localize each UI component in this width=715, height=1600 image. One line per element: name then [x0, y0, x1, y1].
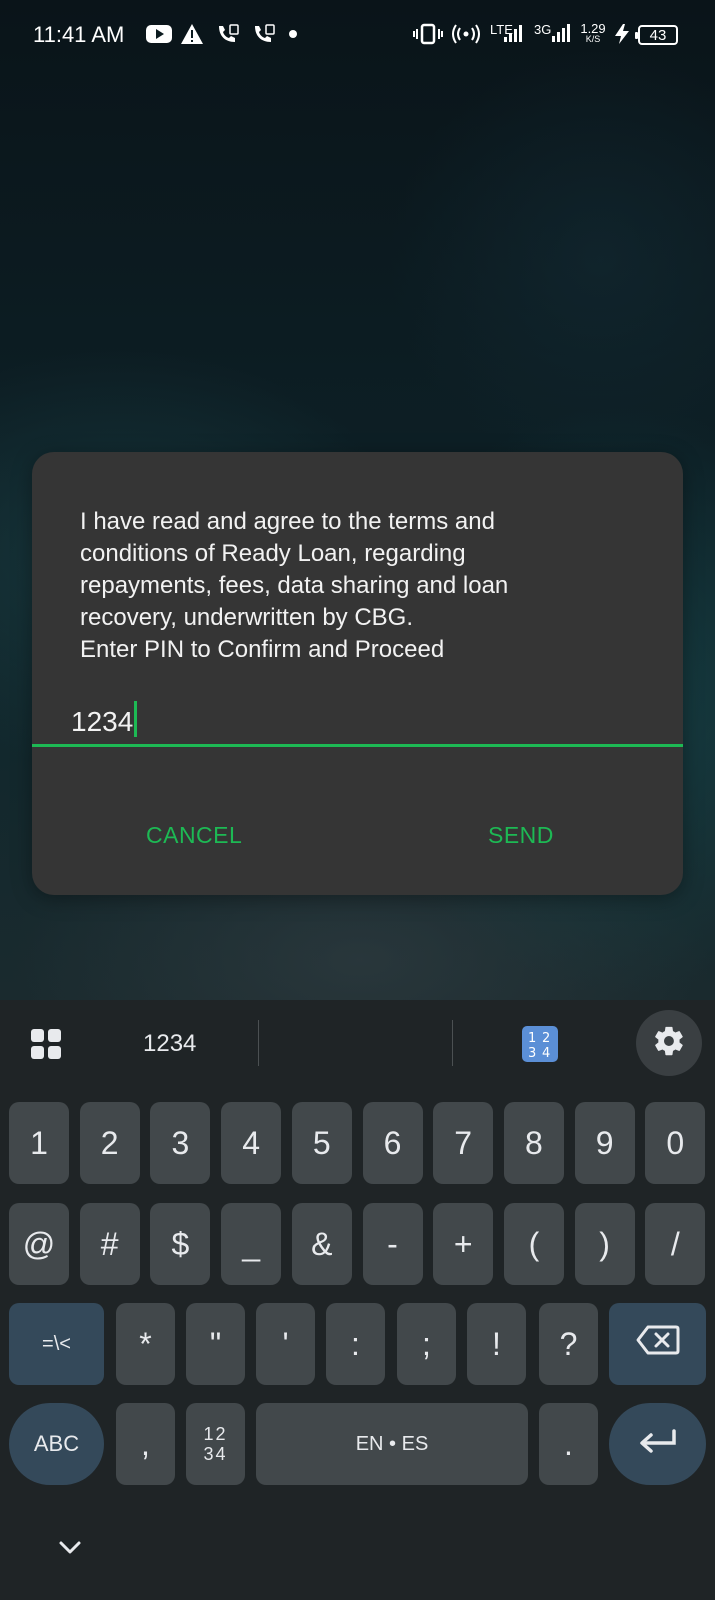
lte-signal-icon: LTE: [490, 22, 526, 46]
key-row3-2[interactable]: ": [186, 1303, 245, 1385]
enter-icon: [638, 1426, 678, 1463]
svg-text:2: 2: [542, 1031, 550, 1046]
number-emoji-icon[interactable]: 1234: [522, 1026, 558, 1067]
clock: 11:41 AM: [33, 22, 125, 47]
key-row1-0[interactable]: 1: [9, 1102, 69, 1184]
network-speed-value: 1.29: [580, 21, 606, 36]
youtube-icon: [146, 22, 172, 46]
key-row1-7[interactable]: 8: [503, 1102, 564, 1184]
pin-input[interactable]: 1234: [71, 701, 138, 738]
battery-indicator: 43: [635, 25, 678, 45]
call-icon: [252, 22, 276, 46]
network-speed-unit: K/S: [585, 34, 601, 44]
dialog-message: I have read and agree to the terms and c…: [80, 508, 509, 663]
svg-text:1: 1: [528, 1031, 536, 1046]
hide-keyboard-chevron-down-icon[interactable]: [58, 1540, 82, 1561]
suggestion-chip[interactable]: 1234: [143, 1030, 196, 1058]
numpad-label-bottom: 34: [203, 1444, 228, 1464]
svg-text:4: 4: [542, 1046, 550, 1061]
svg-text:3: 3: [528, 1046, 536, 1061]
suggestion-divider: [452, 1020, 453, 1066]
key-row1-2[interactable]: 3: [150, 1102, 211, 1184]
abc-key[interactable]: ABC: [9, 1403, 104, 1485]
3g-signal-icon: 3G: [534, 22, 574, 46]
key-row3-3[interactable]: ': [256, 1303, 315, 1385]
comma-key[interactable]: ,: [116, 1403, 175, 1485]
send-button[interactable]: SEND: [488, 822, 554, 849]
numpad-key[interactable]: 12 34: [186, 1403, 245, 1485]
key-row1-5[interactable]: 6: [362, 1102, 423, 1184]
key-row1-6[interactable]: 7: [433, 1102, 494, 1184]
period-key[interactable]: .: [539, 1403, 598, 1485]
input-underline: [32, 744, 683, 747]
status-bar: 11:41 AM LTE 3G 1.29 K/S 43: [0, 0, 715, 72]
notification-dot-icon: [288, 22, 298, 46]
key-row2-6[interactable]: +: [433, 1203, 494, 1285]
backspace-key[interactable]: [609, 1303, 706, 1385]
keyboard: [0, 1000, 715, 1600]
key-row1-9[interactable]: 0: [645, 1102, 706, 1184]
hotspot-icon: [450, 22, 482, 46]
numpad-label-top: 12: [203, 1424, 228, 1444]
space-key[interactable]: EN • ES: [256, 1403, 528, 1485]
key-row2-4[interactable]: &: [291, 1203, 352, 1285]
key-row3-1[interactable]: *: [116, 1303, 175, 1385]
pin-value: 1234: [71, 706, 134, 737]
wifi-call-icon: [216, 22, 240, 46]
key-row1-1[interactable]: 2: [79, 1102, 140, 1184]
key-row2-7[interactable]: (: [503, 1203, 564, 1285]
suggestion-divider: [258, 1020, 259, 1066]
key-row3-5[interactable]: ;: [397, 1303, 456, 1385]
key-row2-2[interactable]: $: [150, 1203, 211, 1285]
enter-key[interactable]: [609, 1403, 706, 1485]
backspace-icon: [636, 1325, 680, 1363]
text-cursor: [134, 701, 138, 737]
key-row2-1[interactable]: #: [79, 1203, 140, 1285]
key-row3-7[interactable]: ?: [539, 1303, 598, 1385]
symbols-page-key[interactable]: =\<: [9, 1303, 104, 1385]
key-row1-8[interactable]: 9: [574, 1102, 635, 1184]
gear-icon: [652, 1024, 686, 1063]
key-row1-4[interactable]: 5: [291, 1102, 352, 1184]
key-row2-8[interactable]: ): [574, 1203, 635, 1285]
key-row2-9[interactable]: /: [645, 1203, 706, 1285]
vibrate-icon: [412, 22, 444, 46]
keyboard-settings-button[interactable]: [636, 1010, 702, 1076]
apps-grid-icon[interactable]: [30, 1028, 62, 1065]
key-row2-3[interactable]: _: [221, 1203, 282, 1285]
cancel-button[interactable]: CANCEL: [146, 822, 242, 849]
charging-icon: [612, 22, 632, 46]
warning-icon: [180, 22, 204, 46]
key-row3-6[interactable]: !: [467, 1303, 526, 1385]
key-row3-4[interactable]: :: [326, 1303, 385, 1385]
key-row1-3[interactable]: 4: [221, 1102, 282, 1184]
ussd-dialog: I have read and agree to the terms and c…: [32, 452, 683, 895]
key-row2-0[interactable]: @: [9, 1203, 69, 1285]
network-speed: 1.29 K/S: [578, 22, 608, 46]
key-row2-5[interactable]: -: [362, 1203, 423, 1285]
